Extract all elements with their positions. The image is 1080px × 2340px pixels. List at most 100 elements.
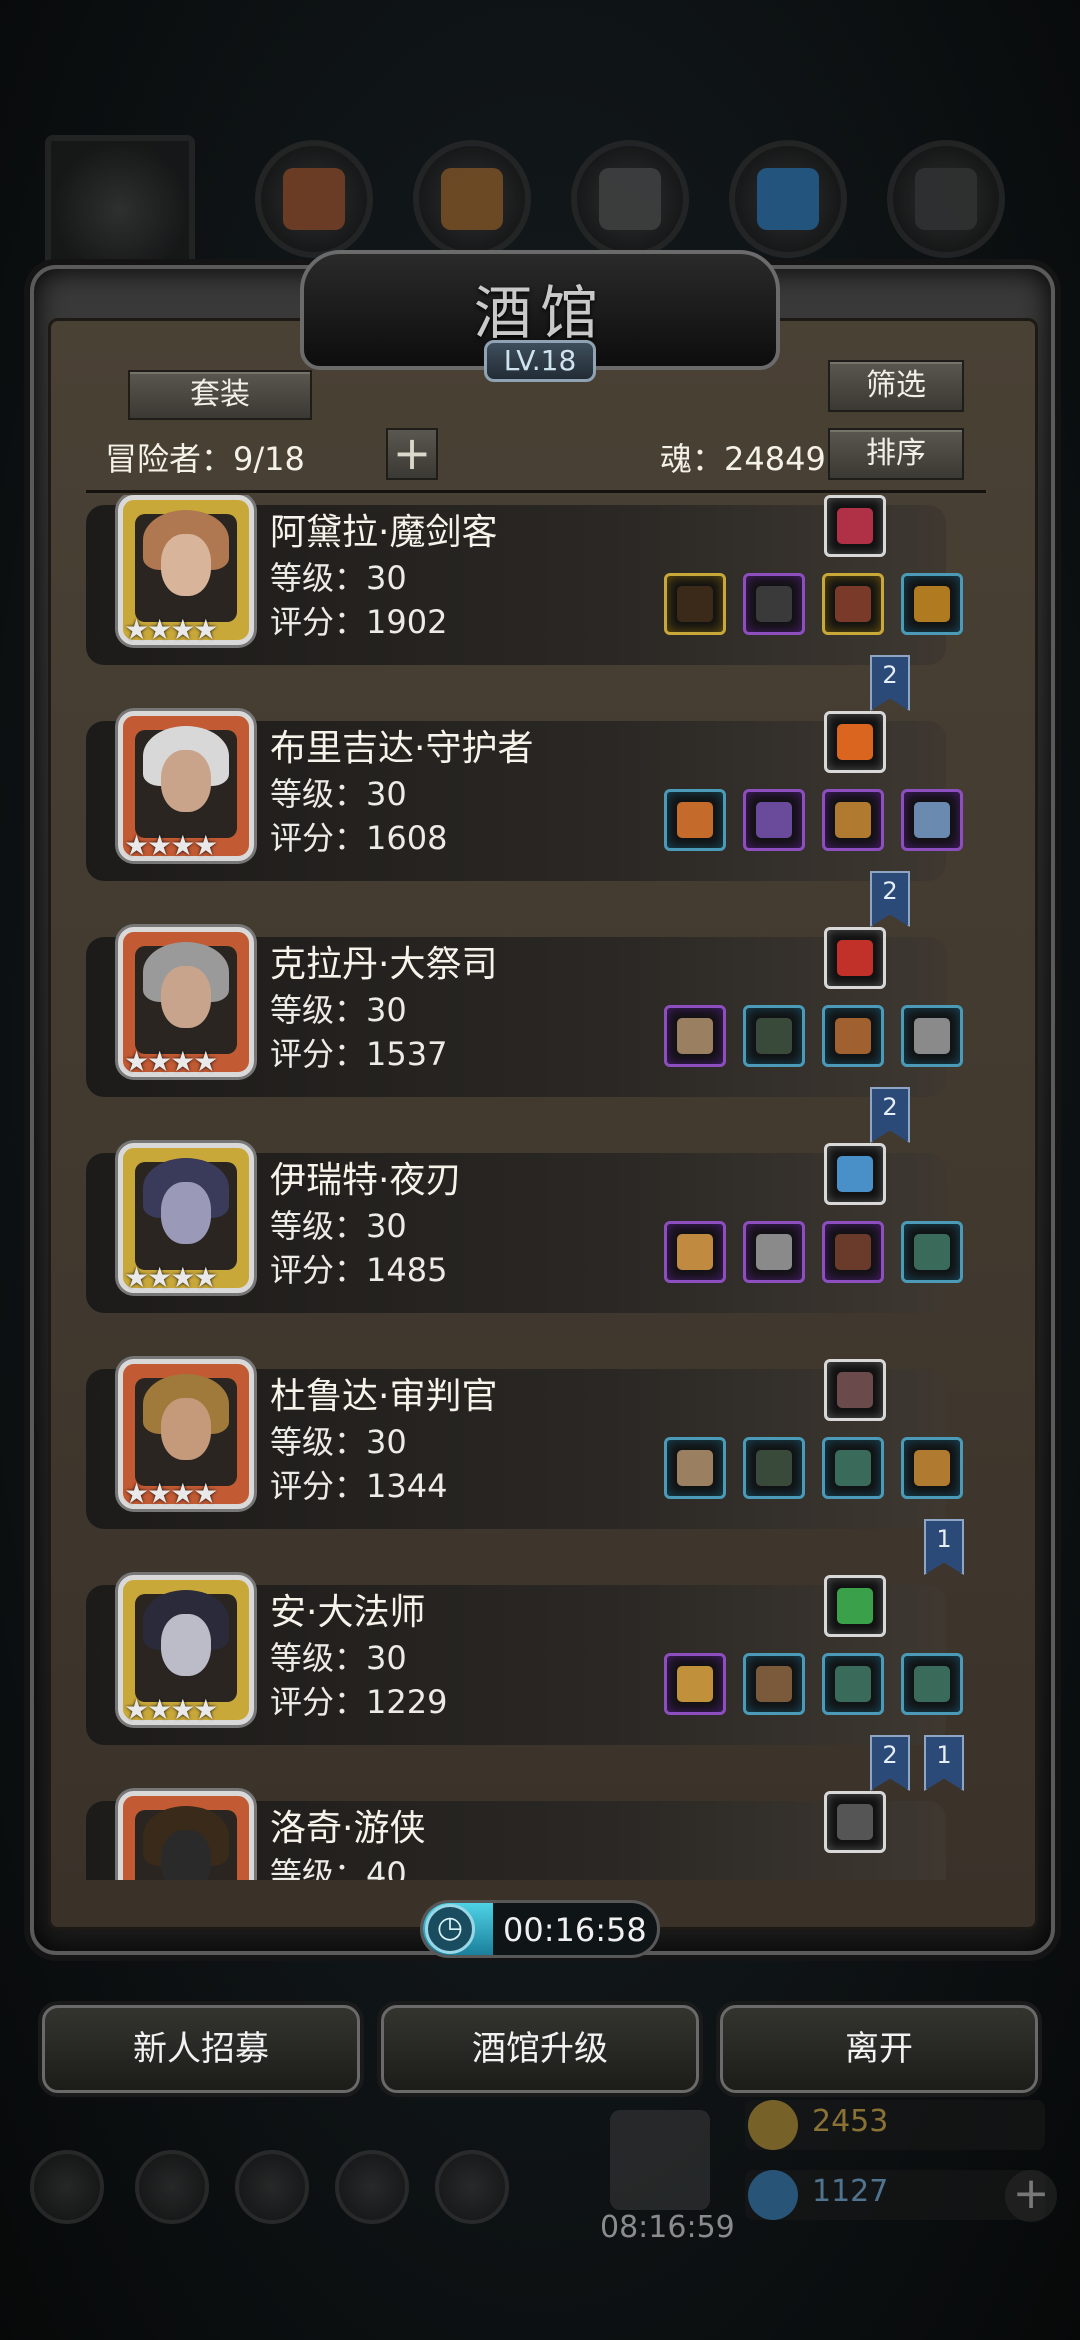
bonus-ribbon: 1 (924, 1519, 964, 1575)
gem-icon (748, 2170, 798, 2220)
equipment-item-icon (677, 1234, 713, 1270)
equipment-slot[interactable] (901, 573, 963, 635)
equipment-slot[interactable] (664, 1653, 726, 1715)
equipment-item-icon (835, 802, 871, 838)
artifact-slot[interactable] (824, 1791, 886, 1853)
equipment-slot[interactable] (822, 1437, 884, 1499)
guild-icon[interactable] (235, 2150, 309, 2224)
equipment-item-icon (835, 586, 871, 622)
equipment-item-icon (756, 1234, 792, 1270)
hero-score: 评分：1537 (270, 1035, 448, 1073)
equipment-item-icon (677, 802, 713, 838)
equipment-slot[interactable] (822, 789, 884, 851)
artifact-item-icon (837, 508, 873, 544)
artifact-item-icon (837, 940, 873, 976)
portrait-face (161, 1614, 211, 1676)
artifact-slot[interactable] (824, 1143, 886, 1205)
equipment-slot[interactable] (664, 789, 726, 851)
gift-icon[interactable] (610, 2110, 710, 2210)
equipment-slot[interactable] (822, 1221, 884, 1283)
hero-card[interactable]: ★★★★ 克拉丹·大祭司 等级：30 评分：1537 2 (86, 927, 986, 1143)
equipment-item-icon (914, 1666, 950, 1702)
equipment-slot[interactable] (901, 1437, 963, 1499)
hero-card[interactable]: ★★★★ 阿黛拉·魔剑客 等级：30 评分：1902 2 (86, 495, 986, 711)
equipment-item-icon (835, 1450, 871, 1486)
filter-button[interactable]: 筛选 (828, 360, 964, 412)
hero-score: 评分：1229 (270, 1683, 448, 1721)
iron-material-icon[interactable] (571, 140, 689, 258)
equipment-slot[interactable] (743, 573, 805, 635)
add-gem-icon[interactable]: + (1005, 2170, 1057, 2222)
adventurer-count: 冒险者：9/18 (105, 440, 305, 478)
wood-material-icon[interactable] (413, 140, 531, 258)
hero-portrait[interactable] (118, 1791, 254, 1880)
bonus-ribbon: 2 (870, 1735, 910, 1791)
artifact-slot[interactable] (824, 711, 886, 773)
artifact-item-icon (837, 724, 873, 760)
hero-score: 评分：1902 (270, 603, 448, 641)
equipment-item-icon (835, 1666, 871, 1702)
hero-card[interactable]: ★★★★ 伊瑞特·夜刃 等级：30 评分：1485 (86, 1143, 986, 1323)
settings-icon[interactable] (30, 2150, 104, 2224)
equipment-slot[interactable] (822, 1005, 884, 1067)
star-rating: ★★★★ (124, 829, 218, 862)
equipment-slot[interactable] (901, 1221, 963, 1283)
crest-icon[interactable] (135, 2150, 209, 2224)
hero-level: 等级：30 (270, 1207, 407, 1245)
hero-name: 杜鲁达·审判官 (270, 1376, 498, 1417)
add-adventurer-button[interactable]: + (386, 428, 438, 480)
equipment-slot[interactable] (822, 573, 884, 635)
artifact-slot[interactable] (824, 1575, 886, 1637)
star-rating: ★★★★ (124, 1693, 218, 1726)
artifact-slot[interactable] (824, 495, 886, 557)
mail-icon[interactable] (335, 2150, 409, 2224)
artifact-slot[interactable] (824, 927, 886, 989)
hero-card[interactable]: ★★★★ 洛奇·游侠 等级：40 (86, 1791, 986, 1880)
equipment-slot[interactable] (901, 789, 963, 851)
artifact-item-icon (837, 1156, 873, 1192)
equipment-slot[interactable] (743, 1221, 805, 1283)
tavern-title: 酒馆 (473, 279, 606, 347)
hero-card[interactable]: ★★★★ 布里吉达·守护者 等级：30 评分：1608 2 (86, 711, 986, 927)
leather-material-icon[interactable] (255, 140, 373, 258)
equipment-slot[interactable] (901, 1653, 963, 1715)
stone-material-icon[interactable] (887, 140, 1005, 258)
hero-tab-icon[interactable] (45, 135, 195, 285)
bonus-ribbon: 2 (870, 871, 910, 927)
sort-button[interactable]: 排序 (828, 428, 964, 480)
hero-score: 评分：1485 (270, 1251, 448, 1289)
hero-card[interactable]: ★★★★ 杜鲁达·审判官 等级：30 评分：1344 1 (86, 1359, 986, 1575)
leave-button[interactable]: 离开 (720, 2005, 1038, 2093)
crystal-material-icon[interactable] (729, 140, 847, 258)
hero-card[interactable]: ★★★★ 安·大法师 等级：30 评分：1229 21 (86, 1575, 986, 1791)
equipment-slot[interactable] (664, 1437, 726, 1499)
equipment-slot[interactable] (901, 1005, 963, 1067)
hero-level: 等级：30 (270, 1423, 407, 1461)
upgrade-tavern-button[interactable]: 酒馆升级 (381, 2005, 699, 2093)
equipment-slot[interactable] (664, 1221, 726, 1283)
artifact-item-icon (837, 1372, 873, 1408)
equipment-item-icon (677, 1450, 713, 1486)
timer-text: 00:16:58 (503, 1911, 647, 1949)
equipment-slot[interactable] (743, 1653, 805, 1715)
portrait-face (161, 1830, 211, 1880)
artifact-slot[interactable] (824, 1359, 886, 1421)
equipment-slot[interactable] (743, 789, 805, 851)
equipment-item-icon (677, 1018, 713, 1054)
equipment-item-icon (677, 1666, 713, 1702)
hero-list[interactable]: ★★★★ 阿黛拉·魔剑客 等级：30 评分：1902 2 ★★★★ 布里吉达·守… (86, 495, 1006, 1880)
equipment-slot[interactable] (743, 1005, 805, 1067)
hero-name: 克拉丹·大祭司 (270, 944, 498, 985)
equipment-slot[interactable] (664, 1005, 726, 1067)
refresh-timer: ◷ 00:16:58 (420, 1900, 660, 1958)
equipment-slot[interactable] (664, 573, 726, 635)
equipment-slot[interactable] (822, 1653, 884, 1715)
hero-level: 等级：40 (270, 1855, 407, 1880)
recruit-button[interactable]: 新人招募 (42, 2005, 360, 2093)
hero-name: 阿黛拉·魔剑客 (270, 512, 498, 553)
equipment-slot[interactable] (743, 1437, 805, 1499)
header-divider (86, 490, 986, 493)
sets-button[interactable]: 套装 (128, 370, 312, 420)
bonus-ribbon: 1 (924, 1735, 964, 1791)
chat-icon[interactable] (435, 2150, 509, 2224)
